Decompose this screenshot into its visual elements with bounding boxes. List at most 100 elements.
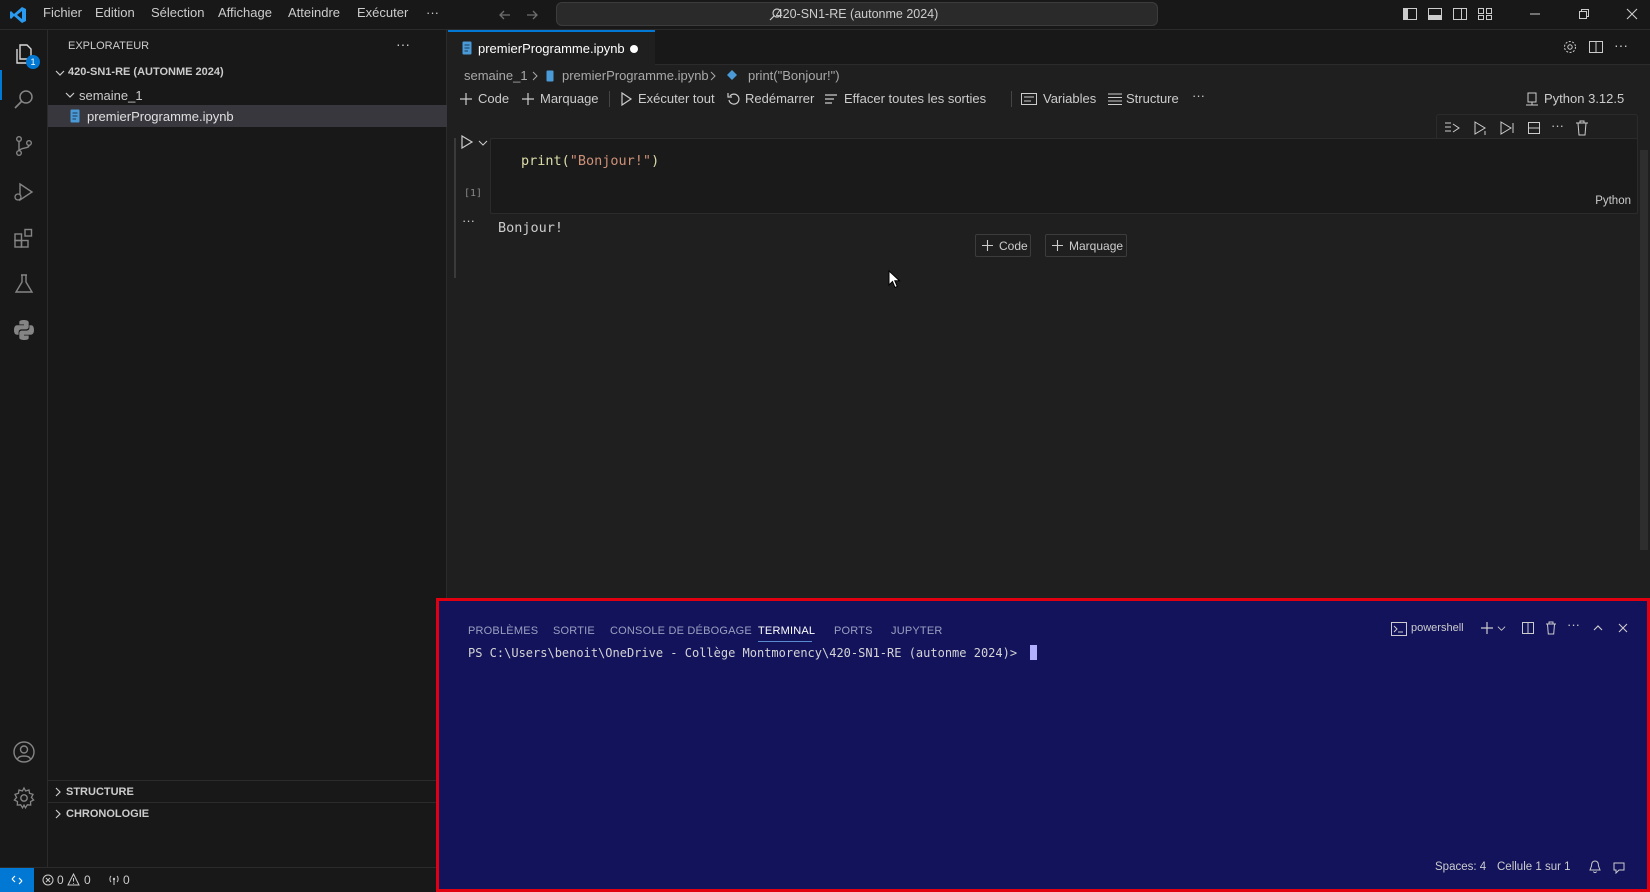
status-ports[interactable]: 0	[123, 873, 130, 887]
explorer-title: EXPLORATEUR	[68, 40, 150, 52]
nav-back-icon[interactable]	[497, 7, 513, 23]
restart-button[interactable]: Redémarrer	[745, 91, 814, 106]
breadcrumb-folder[interactable]: semaine_1	[464, 68, 528, 83]
restore-icon[interactable]	[1576, 6, 1592, 22]
code-line[interactable]: print("Bonjour!")	[521, 153, 659, 169]
menu-affichage[interactable]: Affichage	[218, 5, 272, 20]
close-panel-icon[interactable]	[1617, 622, 1629, 634]
menu-executer[interactable]: Exécuter	[357, 5, 408, 20]
extensions-icon[interactable]	[12, 226, 36, 250]
insert-markdown-cell-button[interactable]: Marquage	[1045, 234, 1127, 257]
command-center-label: 420-SN1-RE (autonme 2024)	[775, 7, 939, 21]
cell-more-button[interactable]: ···	[1551, 118, 1564, 133]
split-cell-icon[interactable]	[1527, 121, 1541, 135]
account-icon[interactable]	[12, 740, 36, 764]
python-icon[interactable]	[12, 318, 36, 342]
editor-more-button[interactable]: ···	[1614, 37, 1628, 53]
code-cell[interactable]: print("Bonjour!") Python	[490, 138, 1638, 214]
menu-more[interactable]: ···	[426, 5, 439, 20]
new-terminal-icon[interactable]	[1481, 622, 1493, 634]
panel-tab-problems[interactable]: PROBLÈMES	[468, 625, 538, 637]
toolbar-separator	[1011, 91, 1012, 107]
warning-icon	[67, 873, 80, 886]
panel-tab-debug-console[interactable]: CONSOLE DE DÉBOGAGE	[610, 625, 752, 637]
settings-gear-icon[interactable]	[12, 786, 36, 810]
cell-language[interactable]: Python	[1595, 195, 1631, 207]
notebook-settings-gear-icon[interactable]	[1562, 39, 1578, 55]
ports-broadcast-icon	[108, 874, 120, 886]
section-chronologie[interactable]: CHRONOLOGIE	[48, 803, 447, 825]
panel-more-button[interactable]: ···	[1567, 617, 1580, 632]
status-warnings[interactable]: 0	[84, 873, 91, 887]
chevron-down-icon[interactable]	[1497, 624, 1506, 633]
output-more-button[interactable]: ···	[462, 213, 475, 228]
run-below-icon[interactable]	[1499, 121, 1515, 135]
testing-icon[interactable]	[12, 272, 36, 296]
run-options-chevron-icon[interactable]	[478, 138, 488, 148]
remote-indicator[interactable]	[0, 868, 34, 892]
add-markdown-cell-button[interactable]: Marquage	[540, 91, 599, 106]
source-control-icon[interactable]	[12, 134, 36, 158]
run-cell-and-below-icon[interactable]	[1473, 121, 1489, 135]
tab-notebook[interactable]: premierProgramme.ipynb	[448, 30, 655, 65]
variables-button[interactable]: Variables	[1043, 91, 1096, 106]
close-icon[interactable]	[1624, 6, 1640, 22]
menu-selection[interactable]: Sélection	[151, 5, 204, 20]
chevron-down-icon	[54, 67, 66, 79]
minimize-icon[interactable]	[1527, 6, 1543, 22]
outline-button[interactable]: Structure	[1126, 91, 1179, 106]
panel-tab-terminal[interactable]: TERMINAL	[758, 625, 815, 637]
explorer-more-button[interactable]: ···	[396, 36, 410, 52]
terminal-shell-name[interactable]: powershell	[1411, 622, 1464, 634]
toggle-primary-sidebar-icon[interactable]	[1402, 6, 1418, 22]
section-structure[interactable]: STRUCTURE	[48, 781, 447, 803]
chevron-right-icon	[708, 71, 718, 81]
python-cell-icon	[726, 69, 738, 81]
explorer-root-folder[interactable]: 420-SN1-RE (AUTONME 2024)	[48, 62, 447, 84]
clear-outputs-button[interactable]: Effacer toutes les sorties	[844, 91, 986, 106]
delete-cell-icon[interactable]	[1575, 120, 1589, 136]
insert-code-cell-button[interactable]: Code	[975, 234, 1031, 257]
files-icon[interactable]: 1	[12, 42, 40, 69]
kernel-picker[interactable]: Python 3.12.5	[1544, 91, 1624, 106]
panel-tab-ports[interactable]: PORTS	[834, 625, 873, 637]
run-above-icon[interactable]	[1445, 121, 1461, 135]
run-debug-icon[interactable]	[12, 180, 36, 204]
search-icon[interactable]	[12, 88, 36, 112]
split-terminal-icon[interactable]	[1521, 621, 1535, 635]
tree-folder-semaine-1[interactable]: semaine_1	[48, 84, 447, 106]
notifications-bell-icon[interactable]	[1589, 860, 1601, 874]
tree-file-notebook[interactable]: premierProgramme.ipynb	[48, 105, 447, 127]
terminal-output[interactable]: PS C:\Users\benoit\OneDrive - Collège Mo…	[468, 645, 1038, 660]
menu-fichier[interactable]: Fichier	[43, 5, 82, 20]
panel-tab-jupyter[interactable]: JUPYTER	[891, 625, 943, 637]
nav-forward-icon[interactable]	[524, 7, 540, 23]
run-cell-icon[interactable]	[460, 135, 474, 149]
toggle-panel-icon[interactable]	[1427, 6, 1443, 22]
breadcrumb-symbol[interactable]: print("Bonjour!")	[748, 68, 840, 83]
run-all-button[interactable]: Exécuter tout	[638, 91, 715, 106]
feedback-icon[interactable]	[1613, 860, 1625, 874]
menu-atteindre[interactable]: Atteindre	[288, 5, 340, 20]
restart-icon	[727, 92, 741, 106]
unsaved-dot-icon[interactable]	[630, 45, 638, 53]
breadcrumb-file[interactable]: premierProgramme.ipynb	[562, 68, 709, 83]
panel-tab-output[interactable]: SORTIE	[553, 625, 595, 637]
status-errors[interactable]: 0	[57, 873, 64, 887]
add-code-cell-button[interactable]: Code	[478, 91, 509, 106]
split-editor-icon[interactable]	[1588, 39, 1604, 55]
toolbar-more-button[interactable]: ···	[1192, 88, 1205, 103]
terminal-cursor	[1030, 645, 1038, 660]
customize-layout-icon[interactable]	[1477, 6, 1493, 22]
command-center[interactable]: 420-SN1-RE (autonme 2024)	[556, 2, 1158, 26]
editor-scrollbar[interactable]	[1640, 150, 1648, 550]
status-spaces[interactable]: Spaces: 4	[1435, 861, 1486, 873]
chevron-down-icon	[64, 89, 76, 101]
toggle-secondary-sidebar-icon[interactable]	[1452, 6, 1468, 22]
menu-edition[interactable]: Edition	[95, 5, 135, 20]
status-cell-position[interactable]: Cellule 1 sur 1	[1497, 861, 1571, 873]
maximize-panel-chevron-up-icon[interactable]	[1592, 622, 1604, 634]
toolbar-separator	[609, 91, 610, 107]
kill-terminal-icon[interactable]	[1545, 621, 1557, 635]
section-chronologie-label: CHRONOLOGIE	[66, 808, 150, 820]
